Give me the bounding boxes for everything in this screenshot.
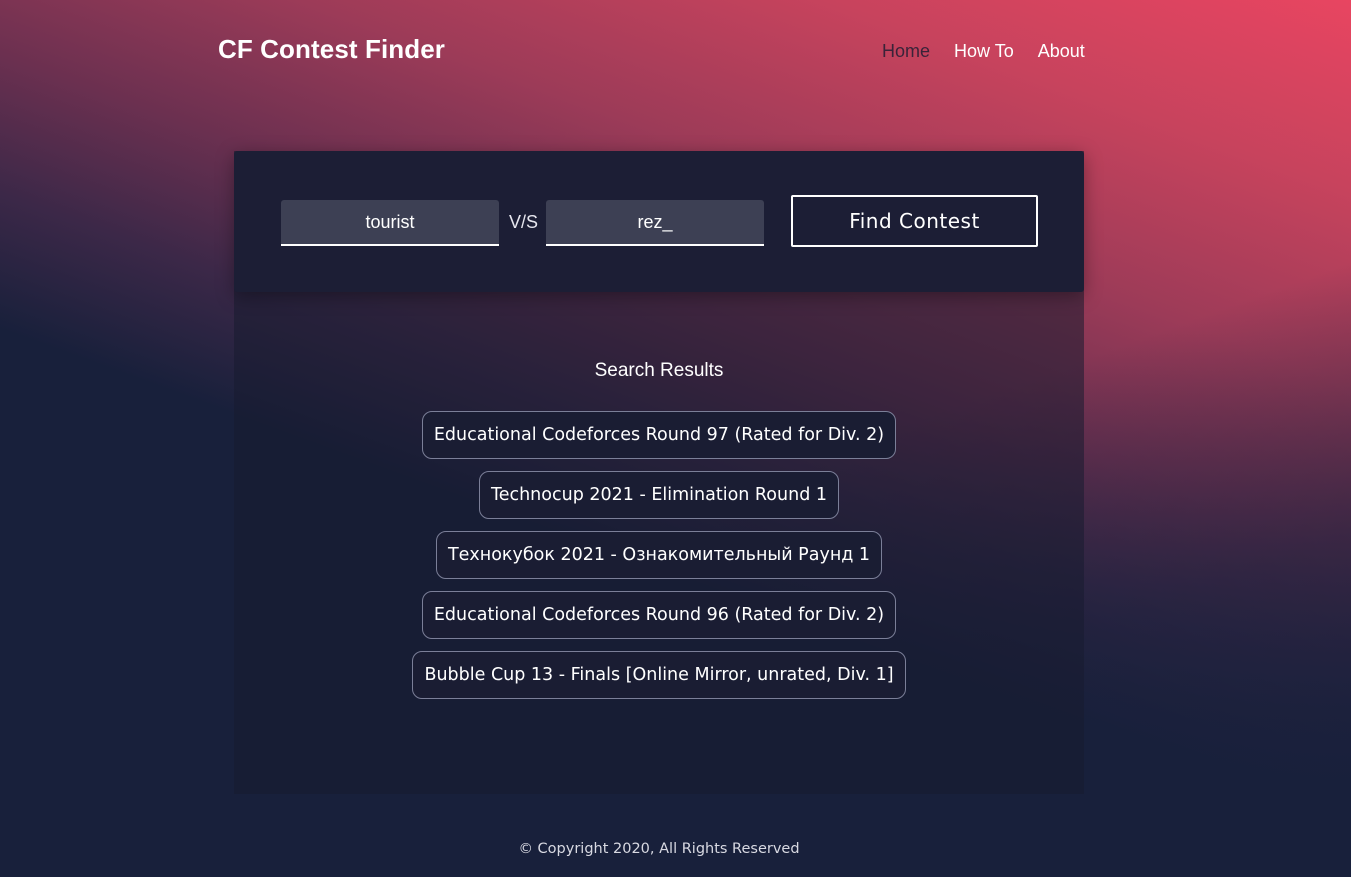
versus-label: V/S (509, 212, 539, 232)
result-item[interactable]: Technocup 2021 - Elimination Round 1 (478, 471, 839, 519)
result-item[interactable]: Educational Codeforces Round 96 (Rated f… (421, 591, 897, 639)
result-item[interactable]: Bubble Cup 13 - Finals [Online Mirror, u… (412, 651, 906, 699)
handle-1-input[interactable] (281, 200, 499, 246)
results-heading: Search Results (594, 360, 724, 381)
footer-copyright: © Copyright 2020, All Rights Reserved (518, 841, 800, 857)
main-nav: Home How To About (870, 40, 1097, 62)
nav-about[interactable]: About (1026, 40, 1097, 62)
result-item[interactable]: Технокубок 2021 - Ознакомительный Раунд … (435, 531, 883, 579)
find-contest-button[interactable]: Find Contest (791, 195, 1038, 247)
results-list: Educational Codeforces Round 97 (Rated f… (0, 411, 1318, 699)
nav-how-to[interactable]: How To (942, 40, 1026, 62)
brand-title[interactable]: CF Contest Finder (218, 34, 445, 65)
handle-2-input[interactable] (546, 200, 764, 246)
nav-home[interactable]: Home (870, 40, 942, 62)
result-item[interactable]: Educational Codeforces Round 97 (Rated f… (421, 411, 897, 459)
search-form: V/S Find Contest (234, 151, 1084, 292)
